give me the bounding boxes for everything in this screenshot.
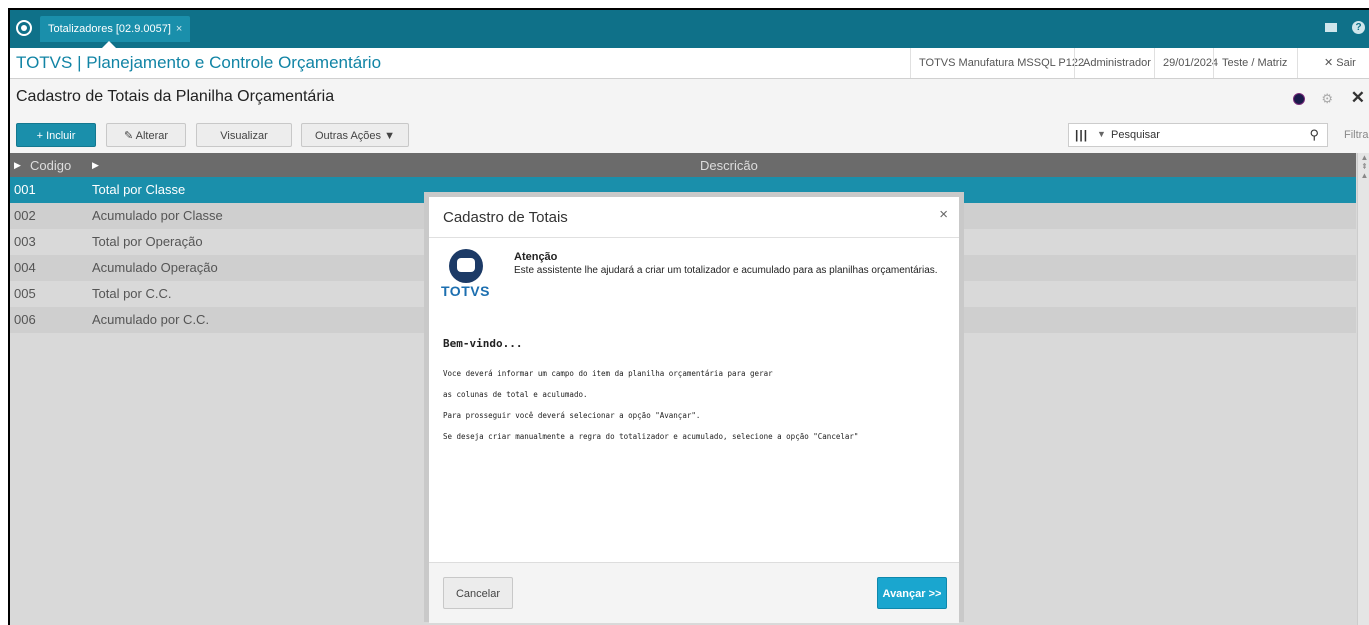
outras-acoes-label: Outras Ações xyxy=(315,130,382,142)
grid-header: ▶ Codigo ▶ Descricão xyxy=(10,153,1356,177)
totvs-logo-inner xyxy=(457,258,475,272)
cell-descricao: Acumulado Operação xyxy=(92,260,218,275)
cell-codigo: 002 xyxy=(14,208,36,223)
active-tab-caret xyxy=(102,41,116,48)
welcome-heading: Bem-vindo... xyxy=(443,337,523,350)
page-header: Cadastro de Totais da Planilha Orçamentá… xyxy=(10,79,1369,115)
search-box[interactable]: ||| ▼ Pesquisar ⚲ xyxy=(1068,123,1328,147)
search-icon[interactable]: ⚲ xyxy=(1309,127,1319,143)
dropdown-icon: ▼ xyxy=(381,130,395,142)
scroll-page-up-icon[interactable]: ⇞ xyxy=(1358,162,1369,171)
exit-button[interactable]: ✕ Sair xyxy=(1297,48,1364,78)
column-descricao[interactable]: Descricão xyxy=(700,158,758,173)
cell-descricao: Total por Classe xyxy=(92,182,186,197)
cell-codigo: 003 xyxy=(14,234,36,249)
dialog-divider xyxy=(429,237,959,238)
instruction-line: as colunas de total e aculumado. xyxy=(443,390,588,399)
cell-descricao: Total por C.C. xyxy=(92,286,172,301)
chevron-down-icon[interactable]: ▼ xyxy=(1097,129,1106,139)
cell-codigo: 005 xyxy=(14,286,36,301)
page-title: Cadastro de Totais da Planilha Orçamentá… xyxy=(16,88,335,105)
expand-arrow-icon[interactable]: ▶ xyxy=(14,160,21,171)
cell-codigo: 004 xyxy=(14,260,36,275)
close-icon: ✕ xyxy=(1324,57,1337,69)
outras-acoes-button[interactable]: Outras Ações ▼ xyxy=(301,123,409,147)
app-header: TOTVS | Planejamento e Controle Orçament… xyxy=(10,48,1369,79)
cancel-button[interactable]: Cancelar xyxy=(443,577,513,609)
user-info[interactable]: Administrador xyxy=(1074,48,1159,78)
instruction-line: Voce deverá informar um campo do item da… xyxy=(443,369,773,378)
alterar-label: Alterar xyxy=(135,130,169,142)
tab-close-icon[interactable]: × xyxy=(176,23,182,35)
dialog-title: Cadastro de Totais xyxy=(443,209,568,226)
instruction-line: Para prosseguir você deverá selecionar a… xyxy=(443,411,701,420)
scroll-up-icon[interactable]: ▲ xyxy=(1358,171,1369,180)
close-page-icon[interactable]: ✕ xyxy=(1351,88,1365,108)
incluir-button[interactable]: + Incluir xyxy=(16,123,96,147)
attention-text: Este assistente lhe ajudará a criar um t… xyxy=(514,265,938,276)
cell-descricao: Total por Operação xyxy=(92,234,203,249)
next-button[interactable]: Avançar >> xyxy=(877,577,947,609)
instruction-line: Se deseja criar manualmente a regra do t… xyxy=(443,432,859,441)
mail-icon[interactable] xyxy=(1325,23,1337,32)
environment-info[interactable]: TOTVS Manufatura MSSQL P122 xyxy=(910,48,1092,78)
attention-title: Atenção xyxy=(514,251,558,263)
column-codigo[interactable]: Codigo xyxy=(30,158,71,173)
filter-button[interactable]: Filtrar xyxy=(1344,129,1369,141)
dialog-close-icon[interactable]: × xyxy=(939,206,948,223)
settings-icon[interactable]: ⚙ xyxy=(1321,91,1333,107)
home-icon[interactable] xyxy=(16,20,32,36)
app-frame: Totalizadores [02.9.0057] × ? TOTVS | Pla… xyxy=(8,8,1369,625)
plus-icon: + xyxy=(36,130,47,142)
columns-icon[interactable]: ||| xyxy=(1075,128,1088,142)
grid-scrollbar[interactable]: ▲ ⇞ ▲ xyxy=(1357,153,1369,625)
dialog-footer: Cancelar Avançar >> xyxy=(429,562,959,623)
exit-label: Sair xyxy=(1336,57,1356,69)
help-icon[interactable]: ? xyxy=(1352,21,1365,34)
toolbar: + Incluir ✎ Alterar Visualizar Outras Aç… xyxy=(10,115,1369,153)
app-title: TOTVS | Planejamento e Controle Orçament… xyxy=(16,53,382,72)
pencil-icon: ✎ xyxy=(123,130,136,142)
totvs-logo: TOTVS xyxy=(441,249,497,299)
cell-codigo: 006 xyxy=(14,312,36,327)
tab-bar: Totalizadores [02.9.0057] × ? xyxy=(10,10,1369,48)
cell-descricao: Acumulado por Classe xyxy=(92,208,223,223)
record-icon[interactable] xyxy=(1293,93,1305,105)
branch-info[interactable]: Teste / Matriz xyxy=(1213,48,1295,78)
totvs-logo-text: TOTVS xyxy=(441,283,490,299)
scroll-top-icon[interactable]: ▲ xyxy=(1358,153,1369,162)
cell-descricao: Acumulado por C.C. xyxy=(92,312,210,327)
search-input[interactable]: Pesquisar xyxy=(1111,129,1160,141)
alterar-button[interactable]: ✎ Alterar xyxy=(106,123,186,147)
expand-arrow-icon[interactable]: ▶ xyxy=(92,160,99,171)
tab-label: Totalizadores [02.9.0057] xyxy=(48,23,171,35)
tab-totalizadores[interactable]: Totalizadores [02.9.0057] × xyxy=(40,16,191,42)
visualizar-button[interactable]: Visualizar xyxy=(196,123,292,147)
cadastro-totais-dialog: Cadastro de Totais × TOTVS Atenção Este … xyxy=(424,192,964,623)
cell-codigo: 001 xyxy=(14,182,36,197)
incluir-label: Incluir xyxy=(46,130,76,142)
